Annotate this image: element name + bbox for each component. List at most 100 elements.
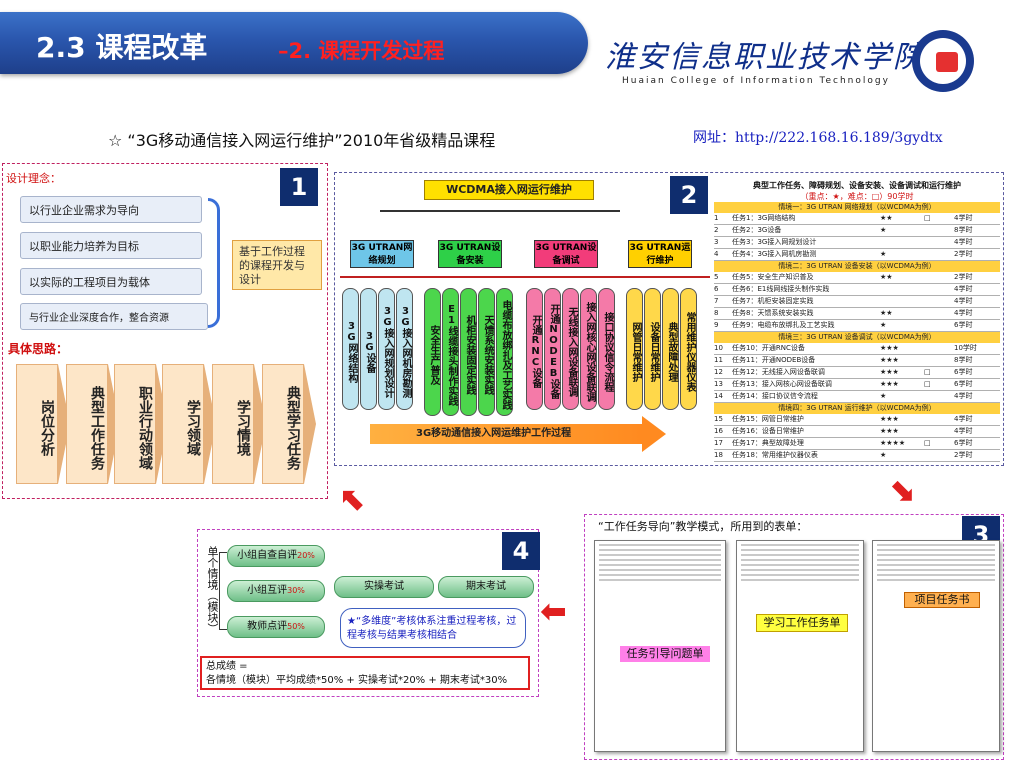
task-column: 典型故障处理	[662, 288, 679, 410]
category-box: 3G UTRAN设备安装	[438, 240, 502, 268]
table-cell: 任务5：安全生产知识普及	[732, 273, 814, 281]
table-cell: ★★★	[880, 427, 899, 435]
table-section-header: 情境一：3G UTRAN 网络规划（以WCDMA为例）	[714, 202, 1000, 213]
table-cell: 任务12：无线接入网设备联调	[732, 368, 825, 376]
table-cell: 2	[714, 226, 719, 234]
step-chevron: 职业行动领域	[114, 364, 168, 484]
task-column: 设备日常维护	[644, 288, 661, 410]
panel-number-2: 2	[670, 176, 708, 214]
module-label: 单个情境（模块）	[206, 546, 219, 634]
table-cell: 11	[714, 356, 723, 364]
table-cell: 4学时	[954, 309, 973, 317]
table-cell: ★★	[880, 309, 893, 317]
college-name: 淮安信息职业技术学院	[605, 40, 925, 75]
teacher-eval-cylinder: 教师点评50%	[227, 616, 325, 638]
concept-brace	[208, 198, 220, 328]
table-cell: □	[924, 368, 931, 376]
table-cell: 2学时	[954, 250, 973, 258]
table-title: 典型工作任务、障碍规划、设备安装、设备调试和运行维护	[753, 181, 961, 190]
task-table: 典型工作任务、障碍规划、设备安装、设备调试和运行维护 （重点：★，难点：□）90…	[714, 180, 1000, 462]
table-cell: 18	[714, 451, 723, 459]
table-cell: 4学时	[954, 285, 973, 293]
panel-number-4: 4	[502, 532, 540, 570]
table-cell: ★	[880, 226, 887, 234]
work-process-arrow: 3G移动通信接入网运维护工作过程	[370, 424, 642, 444]
table-cell: 4学时	[954, 297, 973, 305]
task-column: E1线缆接头制作实践	[442, 288, 459, 416]
table-cell: 任务1：3G网络结构	[732, 214, 796, 222]
table-cell: 10学时	[954, 344, 977, 352]
table-cell: 13	[714, 380, 723, 388]
arrow-down-right-icon: ⬊	[888, 470, 915, 508]
college-english-name: Huaian College of Information Technology	[622, 76, 890, 86]
category-box: 3G UTRAN运行维护	[628, 240, 692, 268]
form-label-guide: 任务引导问题单	[620, 646, 710, 662]
table-row: 2 任务2：3G设备 ★ 8学时	[714, 225, 1000, 237]
total-score-line-1: 总成绩 =	[206, 661, 248, 672]
table-row: 16 任务16：设备日常维护 ★★★ 4学时	[714, 426, 1000, 438]
table-cell: 17	[714, 439, 723, 447]
table-cell: ★★	[880, 273, 893, 281]
table-cell: 任务7：机柜安装固定实践	[732, 297, 814, 305]
category-box: 3G UTRAN设备调试	[534, 240, 598, 268]
assessment-note: ★“多维度”考核体系注重过程考核，过程考核与结果考核相结合	[340, 608, 526, 648]
table-cell: ★★★	[880, 380, 899, 388]
table-cell: 6学时	[954, 380, 973, 388]
concept-label: 设计理念：	[6, 172, 61, 185]
task-column: 3G接入网规划设计	[378, 288, 395, 410]
form-label-project: 项目任务书	[904, 592, 980, 608]
table-cell: □	[924, 439, 931, 447]
task-column: 机柜安装固定实践	[460, 288, 477, 416]
table-cell: 任务9：电缆布放绑扎及工艺实践	[732, 321, 835, 329]
course-url-link[interactable]: 网址：http://222.168.16.189/3gydtx	[693, 127, 943, 147]
table-cell: 3	[714, 238, 719, 246]
table-cell: 15	[714, 415, 723, 423]
table-cell: 任务4：3G接入网机房勘测	[732, 250, 817, 258]
step-chevron: 学习情境	[212, 364, 266, 484]
eval-pct: 50%	[287, 622, 305, 631]
table-cell: 任务18：常用维护仪器仪表	[732, 451, 818, 459]
table-cell: 6学时	[954, 321, 973, 329]
forms-caption: “工作任务导向”教学模式，所用到的表单：	[598, 520, 808, 533]
table-cell: 任务16：设备日常维护	[732, 427, 804, 435]
table-cell: 4学时	[954, 427, 973, 435]
table-row: 15 任务15：网管日常维护 ★★★ 4学时	[714, 414, 1000, 426]
table-cell: 4学时	[954, 415, 973, 423]
table-cell: 1	[714, 214, 719, 222]
task-column: 3G网络结构	[342, 288, 359, 410]
table-section-header: 情境四：3G UTRAN 运行维护（以WCDMA为例）	[714, 403, 1000, 414]
panel-number-1: 1	[280, 168, 318, 206]
form-document	[872, 540, 1000, 752]
table-cell: 8学时	[954, 226, 973, 234]
table-row: 17 任务17：典型故障处理 ★★★★ □ 6学时	[714, 438, 1000, 450]
table-row: 6 任务6：E1线网线接头制作实践 4学时	[714, 284, 1000, 296]
table-cell: 任务14：接口协议信令流程	[732, 392, 818, 400]
table-cell: 任务10：开通RNC设备	[732, 344, 805, 352]
table-cell: ★★★	[880, 356, 899, 364]
step-chevron: 学习领域	[162, 364, 216, 484]
task-column: 安全生产普及	[424, 288, 441, 416]
table-cell: 任务6：E1线网线接头制作实践	[732, 285, 830, 293]
eval-pct: 20%	[297, 551, 315, 560]
logo-mark	[936, 52, 958, 72]
table-row: 9 任务9：电缆布放绑扎及工艺实践 ★ 6学时	[714, 320, 1000, 332]
table-row: 14 任务14：接口协议信令流程 ★ 4学时	[714, 391, 1000, 403]
task-column: 网管日常维护	[626, 288, 643, 410]
table-cell: 任务17：典型故障处理	[732, 439, 804, 447]
table-cell: 任务2：3G设备	[732, 226, 782, 234]
total-score-line-2: 各情境（模块）平均成绩*50% + 实操考试*20% + 期末考试*30%	[206, 675, 508, 686]
table-cell: 4学时	[954, 238, 973, 246]
table-row: 4 任务4：3G接入网机房勘测 ★ 2学时	[714, 249, 1000, 261]
table-cell: 10	[714, 344, 723, 352]
practical-exam-cylinder: 实操考试	[334, 576, 434, 598]
table-cell: 6学时	[954, 439, 973, 447]
table-cell: 14	[714, 392, 723, 400]
table-cell: 16	[714, 427, 723, 435]
task-column: 3G设备	[360, 288, 377, 410]
table-cell: 9	[714, 321, 719, 329]
table-cell: 6学时	[954, 368, 973, 376]
table-cell: □	[924, 214, 931, 222]
table-cell: □	[924, 380, 931, 388]
task-rows: 情境一：3G UTRAN 网络规划（以WCDMA为例） 1 任务1：3G网络结构 ★★…	[714, 202, 1000, 462]
tree-connector	[380, 210, 620, 212]
